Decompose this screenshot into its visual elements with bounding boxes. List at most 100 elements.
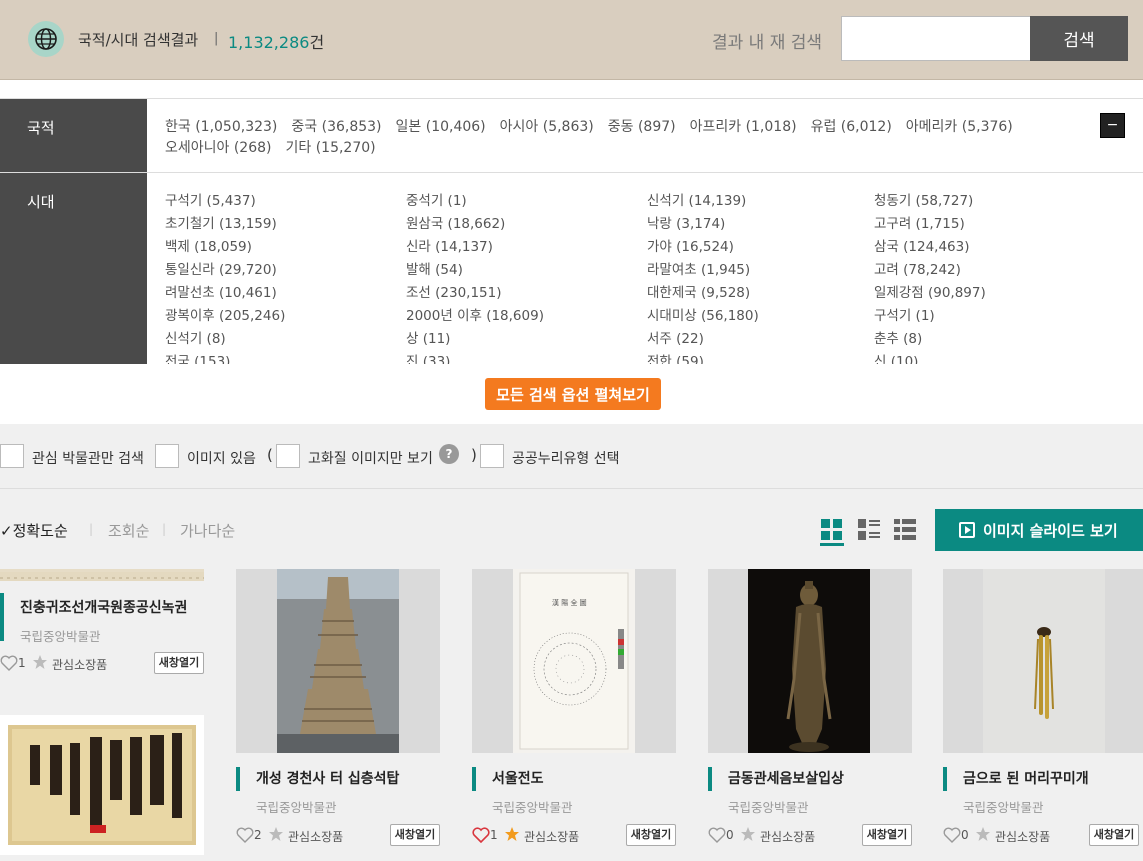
help-icon[interactable]: ?	[439, 444, 459, 464]
heart-icon[interactable]	[0, 655, 18, 671]
sort-alpha[interactable]: 가나다순	[180, 520, 235, 541]
sort-accuracy[interactable]: ✓정확도순	[0, 520, 68, 541]
nationality-option[interactable]: 중동 (897)	[608, 119, 676, 135]
era-option[interactable]: 상 (11)	[406, 329, 647, 350]
hires-only-label: 고화질 이미지만 보기	[308, 451, 433, 467]
like-count: 2	[254, 828, 262, 842]
artifact-image[interactable]	[0, 715, 204, 855]
inner-search-label: 결과 내 재 검색	[712, 33, 823, 53]
collection-card[interactable]: 금동관세음보살입상 국립중앙박물관 0 관심소장품 새창열기	[708, 569, 912, 849]
card-museum: 국립중앙박물관	[492, 800, 573, 815]
era-option[interactable]: 가야 (16,524)	[647, 237, 874, 258]
collection-card[interactable]	[0, 715, 204, 855]
star-icon[interactable]	[504, 826, 520, 842]
era-option[interactable]: 고구려 (1,715)	[874, 214, 1114, 235]
era-options: 구석기 (5,437) 중석기 (1) 신석기 (14,139) 청동기 (58,72…	[165, 191, 1114, 364]
card-title[interactable]: 개성 경천사 터 십층석탑	[236, 767, 440, 791]
open-new-window-button[interactable]: 새창열기	[1089, 824, 1139, 846]
collapse-button[interactable]: −	[1100, 113, 1125, 138]
grid-view-icon[interactable]	[820, 519, 844, 546]
nationality-option[interactable]: 한국 (1,050,323)	[165, 119, 277, 135]
era-option[interactable]: 낙랑 (3,174)	[647, 214, 874, 235]
title-separator: |	[214, 31, 219, 46]
era-option[interactable]: 려말선초 (10,461)	[165, 283, 406, 304]
era-option[interactable]: 2000년 이후 (18,609)	[406, 306, 647, 327]
expand-all-options-button[interactable]: 모든 검색 옵션 펼쳐보기	[485, 378, 661, 410]
era-option[interactable]: 고려 (78,242)	[874, 260, 1114, 281]
era-option[interactable]: 일제강점 (90,897)	[874, 283, 1114, 304]
artifact-image[interactable]	[708, 569, 912, 753]
artifact-image[interactable]: 漢 陽 全 圖	[472, 569, 676, 753]
result-count-value: 1,132,286	[228, 33, 310, 52]
nationality-option[interactable]: 아메리카 (5,376)	[906, 119, 1013, 135]
open-new-window-button[interactable]: 새창열기	[390, 824, 440, 846]
heart-icon[interactable]	[236, 827, 254, 843]
era-option[interactable]: 청동기 (58,727)	[874, 191, 1114, 212]
public-nuri-label: 공공누리유형 선택	[512, 451, 620, 467]
heart-icon[interactable]	[943, 827, 961, 843]
era-option[interactable]: 삼국 (124,463)	[874, 237, 1114, 258]
era-option[interactable]: 신 (10)	[874, 352, 1114, 364]
era-option[interactable]: 초기철기 (13,159)	[165, 214, 406, 235]
card-title[interactable]: 서울전도	[472, 767, 676, 791]
open-new-window-button[interactable]: 새창열기	[862, 824, 912, 846]
era-option[interactable]: 춘추 (8)	[874, 329, 1114, 350]
era-option[interactable]: 중석기 (1)	[406, 191, 647, 212]
image-slideshow-label: 이미지 슬라이드 보기	[983, 521, 1118, 540]
like-count: 0	[726, 828, 734, 842]
nationality-option[interactable]: 유럽 (6,012)	[811, 119, 892, 135]
era-option[interactable]: 통일신라 (29,720)	[165, 260, 406, 281]
table-view-icon[interactable]	[894, 519, 916, 541]
artifact-image[interactable]	[0, 569, 204, 581]
card-title[interactable]: 금으로 된 머리꾸미개	[943, 767, 1143, 791]
era-option[interactable]: 신석기 (14,139)	[647, 191, 874, 212]
collection-card[interactable]: 진충귀조선개국원종공신녹권 국립중앙박물관 1 관심소장품 새창열기	[0, 569, 204, 679]
heart-icon[interactable]	[472, 827, 490, 843]
era-option[interactable]: 전국 (153)	[165, 352, 406, 364]
artifact-image[interactable]	[236, 569, 440, 753]
era-option[interactable]: 구석기 (5,437)	[165, 191, 406, 212]
public-nuri-checkbox[interactable]	[480, 444, 504, 468]
era-option[interactable]: 원삼국 (18,662)	[406, 214, 647, 235]
era-option[interactable]: 전한 (59)	[647, 352, 874, 364]
image-slideshow-button[interactable]: 이미지 슬라이드 보기	[935, 509, 1143, 551]
star-icon[interactable]	[32, 654, 48, 670]
artifact-image[interactable]	[943, 569, 1143, 753]
collection-card[interactable]: 개성 경천사 터 십층석탑 국립중앙박물관 2 관심소장품 새창열기	[236, 569, 440, 849]
nationality-option[interactable]: 아프리카 (1,018)	[690, 119, 797, 135]
card-title[interactable]: 금동관세음보살입상	[708, 767, 912, 791]
nationality-option[interactable]: 기타 (15,270)	[286, 140, 376, 156]
era-option[interactable]: 광복이후 (205,246)	[165, 306, 406, 327]
nationality-option[interactable]: 오세아니아 (268)	[165, 140, 272, 156]
collection-card[interactable]: 漢 陽 全 圖 서울전도 국립중앙박물관 1 관심소장품 새창열기	[472, 569, 676, 849]
era-option[interactable]: 발해 (54)	[406, 260, 647, 281]
collection-card[interactable]: 금으로 된 머리꾸미개 국립중앙박물관 0 관심소장품 새창열기	[943, 569, 1143, 849]
era-option[interactable]: 시대미상 (56,180)	[647, 306, 874, 327]
era-option[interactable]: 라말여초 (1,945)	[647, 260, 874, 281]
era-option[interactable]: 서주 (22)	[647, 329, 874, 350]
era-option[interactable]: 신라 (14,137)	[406, 237, 647, 258]
museum-only-checkbox[interactable]	[0, 444, 24, 468]
era-option[interactable]: 구석기 (1)	[874, 306, 1114, 327]
era-option[interactable]: 대한제국 (9,528)	[647, 283, 874, 304]
hires-only-checkbox[interactable]	[276, 444, 300, 468]
search-button[interactable]: 검색	[1030, 16, 1128, 61]
favorite-label: 관심소장품	[288, 830, 344, 844]
nationality-option[interactable]: 일본 (10,406)	[396, 119, 486, 135]
star-icon[interactable]	[975, 826, 991, 842]
has-image-checkbox[interactable]	[155, 444, 179, 468]
open-new-window-button[interactable]: 새창열기	[626, 824, 676, 846]
list-thumb-view-icon[interactable]	[858, 519, 880, 541]
star-icon[interactable]	[268, 826, 284, 842]
era-option[interactable]: 진 (33)	[406, 352, 647, 364]
era-option[interactable]: 신석기 (8)	[165, 329, 406, 350]
open-new-window-button[interactable]: 새창열기	[154, 652, 204, 674]
nationality-option[interactable]: 아시아 (5,863)	[500, 119, 594, 135]
heart-icon[interactable]	[708, 827, 726, 843]
nationality-option[interactable]: 중국 (36,853)	[291, 119, 381, 135]
era-option[interactable]: 조선 (230,151)	[406, 283, 647, 304]
sort-views[interactable]: 조회순	[108, 520, 149, 541]
era-option[interactable]: 백제 (18,059)	[165, 237, 406, 258]
inner-search-input[interactable]	[841, 16, 1031, 61]
star-icon[interactable]	[740, 826, 756, 842]
